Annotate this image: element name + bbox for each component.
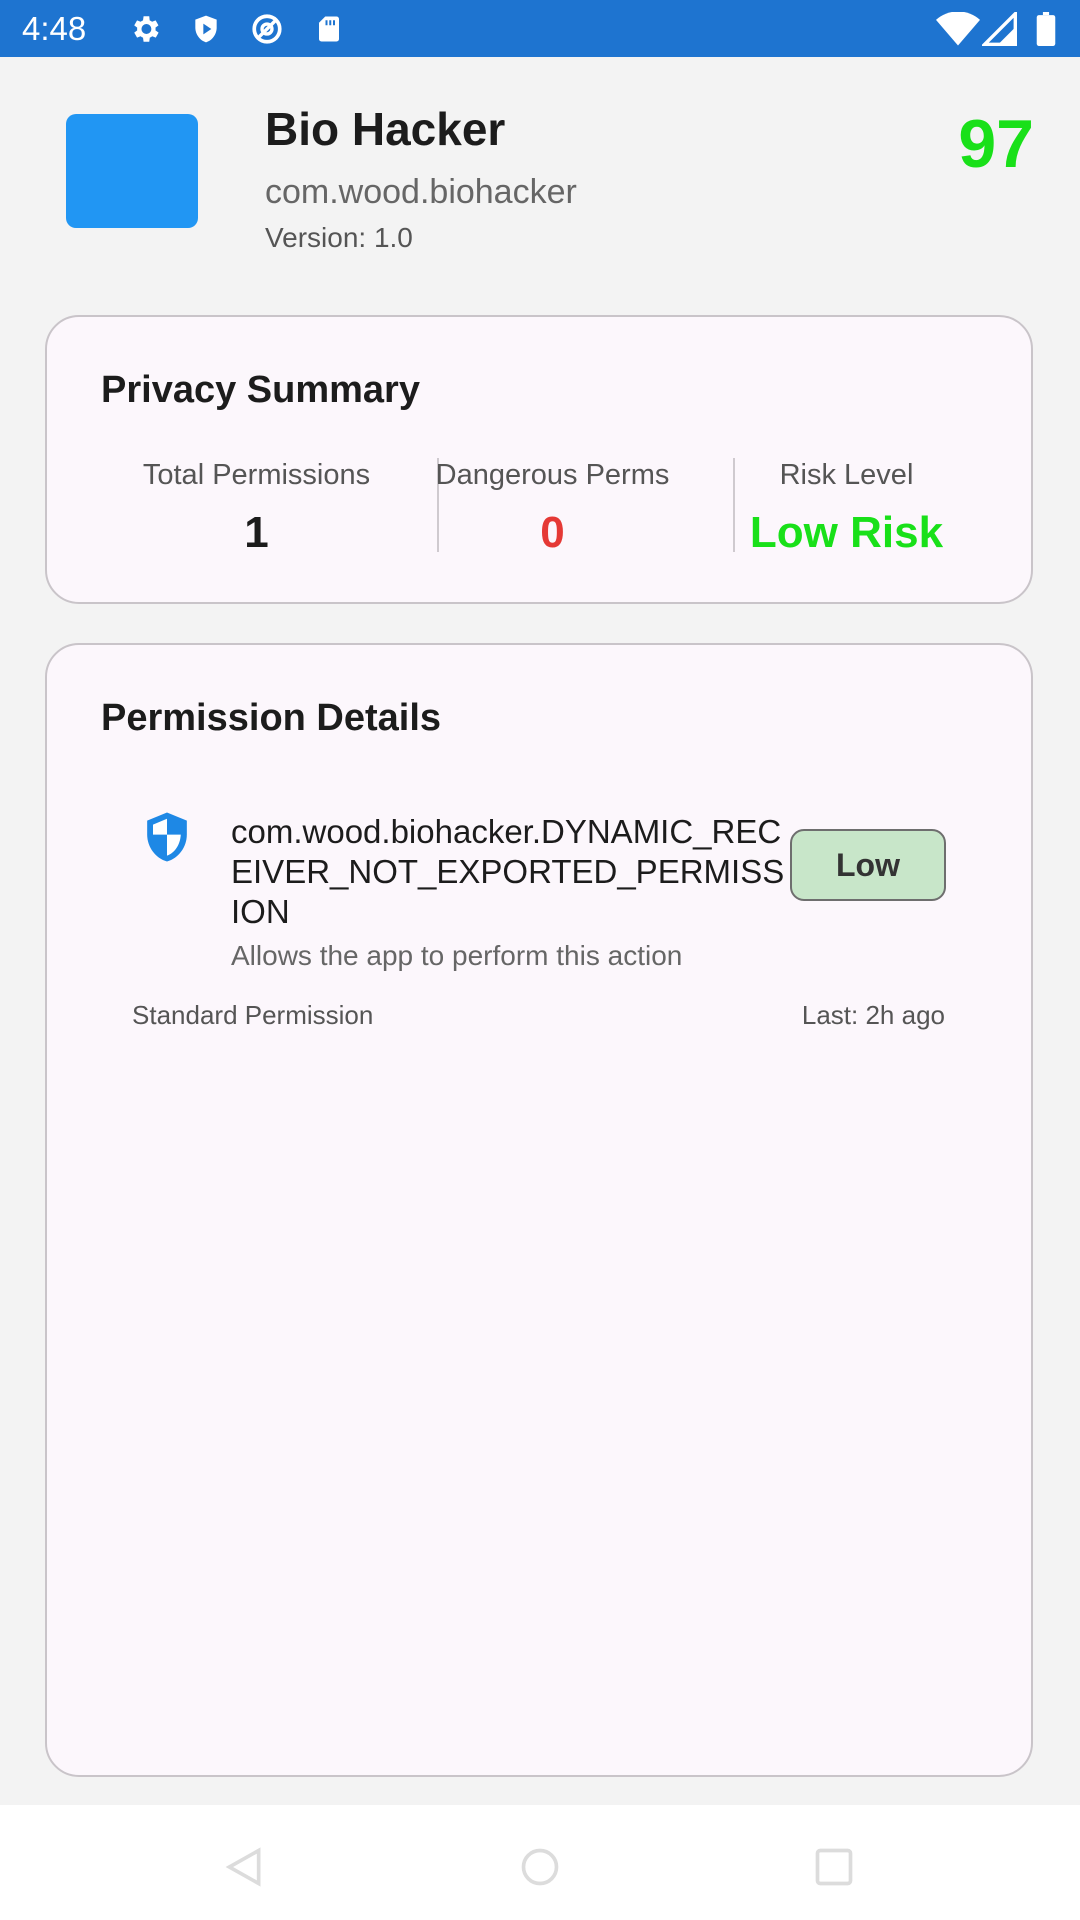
status-time: 4:48 <box>22 10 87 47</box>
app-name: Bio Hacker <box>265 103 506 155</box>
app-version: Version: 1.0 <box>265 222 413 253</box>
stat-label: Risk Level <box>779 459 914 491</box>
risk-badge: Low <box>790 829 946 901</box>
home-icon[interactable] <box>518 1845 562 1894</box>
permission-type: Standard Permission <box>132 1000 374 1030</box>
app-icon <box>66 114 198 228</box>
stat-dangerous-perms: Dangerous Perms 0 <box>405 451 700 561</box>
permission-description: Allows the app to perform this action <box>231 940 683 971</box>
status-bar: 4:48 <box>0 0 1080 57</box>
battery-icon <box>1035 12 1057 51</box>
recents-icon[interactable] <box>812 1845 856 1894</box>
permission-details-card: Permission Details com.wood.biohacker.DY… <box>45 643 1033 1777</box>
stat-label: Dangerous Perms <box>435 459 670 491</box>
stat-value: 0 <box>540 508 565 557</box>
stat-total-permissions: Total Permissions 1 <box>109 451 404 561</box>
back-icon[interactable] <box>222 1845 266 1894</box>
privacy-summary-title: Privacy Summary <box>101 369 420 411</box>
stat-label: Total Permissions <box>142 459 371 491</box>
permission-name: com.wood.biohacker.DYNAMIC_RECEIVER_NOT_… <box>231 813 785 930</box>
sd-card-icon <box>314 12 344 51</box>
stat-value: 1 <box>244 508 269 557</box>
wifi-icon <box>936 11 980 51</box>
settings-icon <box>128 12 162 51</box>
stat-risk-level: Risk Level Low Risk <box>699 451 994 561</box>
permission-details-title: Permission Details <box>101 697 442 739</box>
permission-last-used: Last: 2h ago <box>801 1000 945 1030</box>
shield-play-icon <box>190 12 222 51</box>
stat-value: Low Risk <box>749 508 944 557</box>
at-sign-icon <box>248 12 286 51</box>
privacy-summary-card: Privacy Summary Total Permissions 1 Dang… <box>45 315 1033 604</box>
app-score: 97 <box>958 106 1034 182</box>
app-package: com.wood.biohacker <box>265 173 577 211</box>
navigation-bar <box>0 1805 1080 1920</box>
signal-icon <box>980 9 1018 51</box>
shield-icon <box>139 809 195 870</box>
stats-row: Total Permissions 1 Dangerous Perms 0 Ri… <box>109 451 996 561</box>
